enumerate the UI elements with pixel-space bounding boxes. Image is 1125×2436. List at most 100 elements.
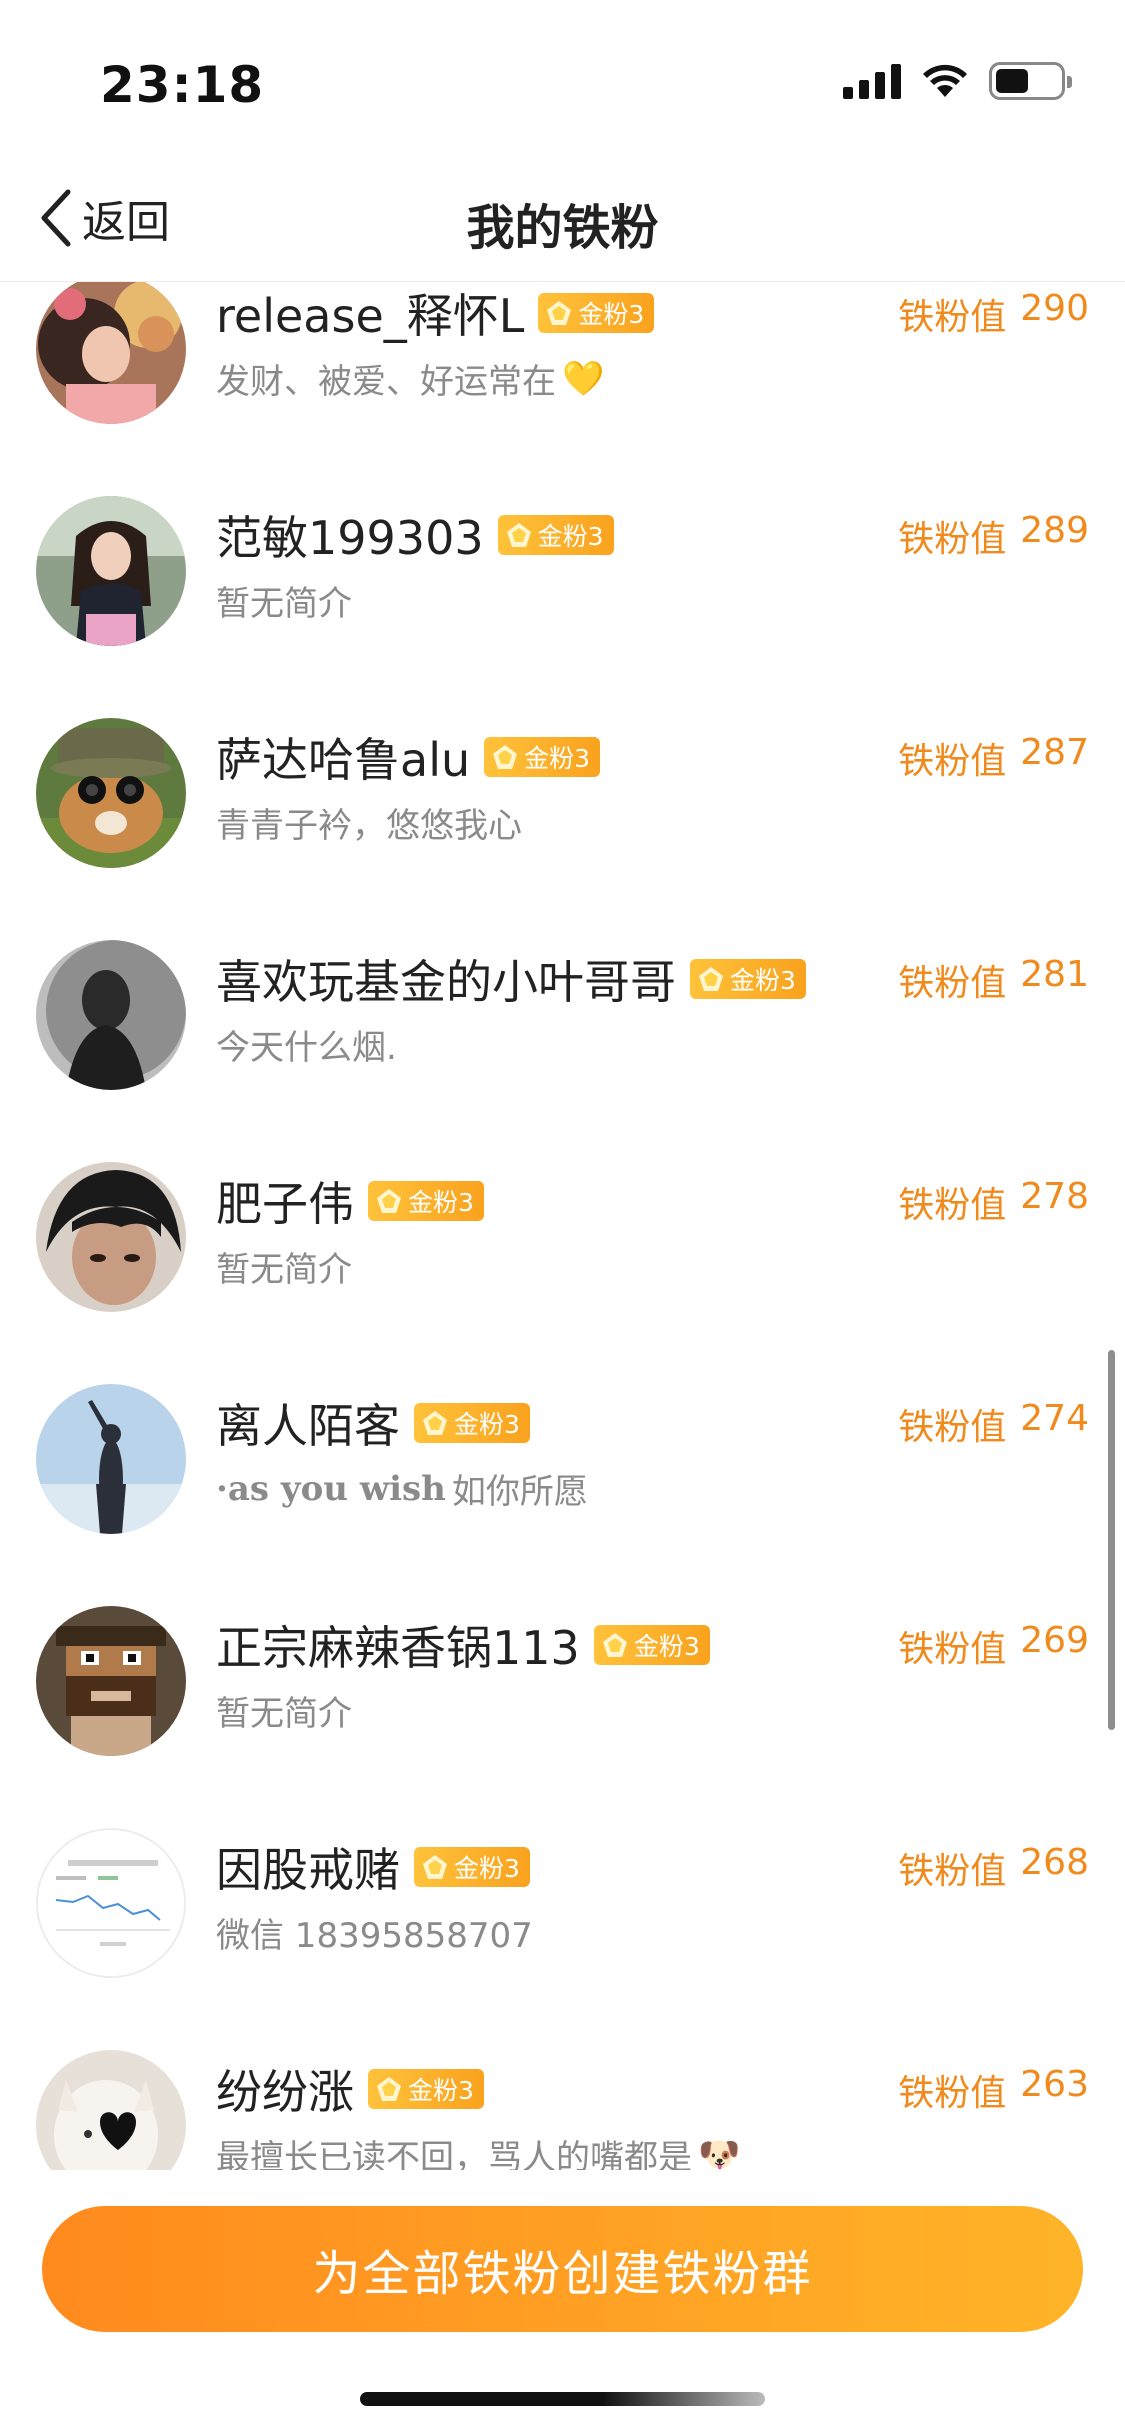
fan-level-badge: 金粉3 — [368, 1181, 484, 1221]
badge-label: 金粉3 — [524, 744, 591, 773]
badge-label: 金粉3 — [537, 522, 604, 551]
gem-icon — [377, 2077, 401, 2101]
fan-name[interactable]: 正宗麻辣香锅113 — [216, 1612, 580, 1678]
fan-name[interactable]: release_释怀L — [216, 282, 524, 346]
avatar[interactable] — [36, 1828, 186, 1978]
fan-level-badge: 金粉3 — [414, 1847, 530, 1887]
fan-bio: 暂无简介 — [216, 584, 352, 624]
battery-icon — [989, 62, 1072, 100]
fan-bio: 暂无简介 — [216, 1694, 352, 1734]
fan-name[interactable]: 纷纷涨 — [216, 2056, 354, 2122]
gem-icon — [506, 523, 531, 547]
fan-name[interactable]: 离人陌客 — [216, 1390, 400, 1456]
gem-icon — [377, 1189, 401, 1213]
fan-bio: 最擅长已读不回，骂人的嘴都是 🐶 — [216, 2130, 741, 2171]
score-label: 铁粉值 — [898, 297, 1007, 338]
score-label: 铁粉值 — [898, 1407, 1007, 1448]
fan-name[interactable]: 喜欢玩基金的小叶哥哥 — [216, 946, 676, 1012]
fan-name[interactable]: 因股戒赌 — [216, 1834, 400, 1900]
fan-score: 铁粉值 269 — [898, 1620, 1089, 1672]
bio-emoji: 🐶 — [698, 2134, 741, 2171]
fan-level-badge: 金粉3 — [368, 2069, 484, 2109]
fan-bio: 青青子衿，悠悠我心 — [216, 806, 522, 846]
fan-score: 铁粉值 268 — [898, 1842, 1089, 1894]
fan-name[interactable]: 肥子伟 — [216, 1168, 354, 1234]
score-label: 铁粉值 — [898, 2073, 1007, 2114]
score-label: 铁粉值 — [898, 963, 1007, 1004]
fan-level-badge: 金粉3 — [690, 959, 806, 999]
fan-bio: ·as you wish 如你所愿 — [216, 1468, 588, 1513]
badge-label: 金粉3 — [633, 1632, 700, 1661]
gem-icon — [423, 1411, 447, 1435]
gem-icon — [547, 301, 572, 325]
cellular-signal-icon — [843, 63, 901, 99]
score-value: 281 — [1020, 954, 1089, 995]
fan-score: 铁粉值 289 — [898, 510, 1089, 562]
badge-label: 金粉3 — [454, 1854, 520, 1883]
gem-icon — [493, 745, 518, 769]
fan-score: 铁粉值 281 — [898, 954, 1089, 1006]
score-value: 268 — [1020, 1842, 1089, 1883]
bio-serif-text: ·as you wish — [216, 1468, 446, 1509]
avatar[interactable] — [36, 2050, 186, 2170]
fan-list-item[interactable]: 因股戒赌 金粉3 微信 18395858707 铁粉值 268 — [0, 1808, 1125, 2030]
fan-list-item[interactable]: 萨达哈鲁alu 金粉3 青青子衿，悠悠我心 铁粉值 287 — [0, 698, 1125, 920]
fan-list-item[interactable]: 纷纷涨 金粉3 最擅长已读不回，骂人的嘴都是 🐶 铁粉值 263 — [0, 2030, 1125, 2170]
score-value: 274 — [1020, 1398, 1089, 1439]
badge-label: 金粉3 — [408, 2076, 474, 2105]
fan-list-item[interactable]: release_释怀L 金粉3 发财、被爱、好运常在 💛 铁粉值 290 — [0, 282, 1125, 476]
fan-list-item[interactable]: 离人陌客 金粉3 ·as you wish 如你所愿 铁粉值 274 — [0, 1364, 1125, 1586]
fan-score: 铁粉值 287 — [898, 732, 1089, 784]
gem-icon — [602, 1633, 627, 1657]
avatar[interactable] — [36, 496, 186, 646]
avatar[interactable] — [36, 1384, 186, 1534]
badge-label: 金粉3 — [454, 1410, 520, 1439]
create-fan-group-button[interactable]: 为全部铁粉创建铁粉群 — [42, 2206, 1083, 2332]
page-title: 我的铁粉 — [466, 200, 659, 256]
score-value: 290 — [1020, 288, 1089, 329]
score-value: 263 — [1020, 2064, 1089, 2105]
fan-list-item[interactable]: 正宗麻辣香锅113 金粉3 暂无简介 铁粉值 269 — [0, 1586, 1125, 1808]
fan-score: 铁粉值 278 — [898, 1176, 1089, 1228]
fan-level-badge: 金粉3 — [497, 515, 614, 555]
status-bar: 23:18 — [0, 0, 1125, 160]
fan-level-badge: 金粉3 — [484, 737, 601, 777]
score-label: 铁粉值 — [898, 519, 1007, 560]
fan-list-item[interactable]: 喜欢玩基金的小叶哥哥 金粉3 今天什么烟. 铁粉值 281 — [0, 920, 1125, 1142]
fan-name[interactable]: 萨达哈鲁alu — [216, 724, 470, 790]
gem-icon — [423, 1855, 447, 1879]
badge-label: 金粉3 — [730, 966, 796, 995]
nav-bar: 返回 我的铁粉 — [0, 160, 1125, 282]
score-label: 铁粉值 — [898, 741, 1007, 782]
fan-level-badge: 金粉3 — [593, 1625, 710, 1665]
fan-list-item[interactable]: 范敏199303 金粉3 暂无简介 铁粉值 289 — [0, 476, 1125, 698]
status-time: 23:18 — [100, 56, 265, 114]
score-label: 铁粉值 — [898, 1851, 1007, 1892]
fan-list-viewport[interactable]: release_释怀L 金粉3 发财、被爱、好运常在 💛 铁粉值 290 范敏199… — [0, 282, 1125, 2170]
fan-score: 铁粉值 263 — [898, 2064, 1089, 2116]
badge-label: 金粉3 — [408, 1188, 474, 1217]
fan-name[interactable]: 范敏199303 — [216, 502, 484, 568]
avatar[interactable] — [36, 1606, 186, 1756]
score-value: 269 — [1020, 1620, 1089, 1661]
score-value: 289 — [1020, 510, 1089, 551]
fan-bio: 今天什么烟. — [216, 1028, 397, 1068]
fan-list-item[interactable]: 肥子伟 金粉3 暂无简介 铁粉值 278 — [0, 1142, 1125, 1364]
avatar[interactable] — [36, 940, 186, 1090]
fan-bio: 微信 18395858707 — [216, 1916, 533, 1956]
bottom-action-bar: 为全部铁粉创建铁粉群 — [0, 2170, 1125, 2436]
fan-list: release_释怀L 金粉3 发财、被爱、好运常在 💛 铁粉值 290 范敏199… — [0, 282, 1125, 2170]
scrollbar[interactable] — [1108, 1350, 1115, 1730]
home-indicator[interactable] — [360, 2392, 765, 2406]
avatar[interactable] — [36, 718, 186, 868]
status-icons — [843, 62, 1072, 100]
fan-score: 铁粉值 290 — [898, 288, 1089, 340]
avatar[interactable] — [36, 1162, 186, 1312]
bio-emoji: 💛 — [562, 358, 605, 399]
fan-level-badge: 金粉3 — [538, 293, 655, 333]
avatar[interactable] — [36, 282, 186, 424]
wifi-icon — [923, 64, 967, 97]
fan-bio: 发财、被爱、好运常在 💛 — [216, 358, 605, 403]
badge-label: 金粉3 — [578, 300, 645, 329]
score-value: 278 — [1020, 1176, 1089, 1217]
